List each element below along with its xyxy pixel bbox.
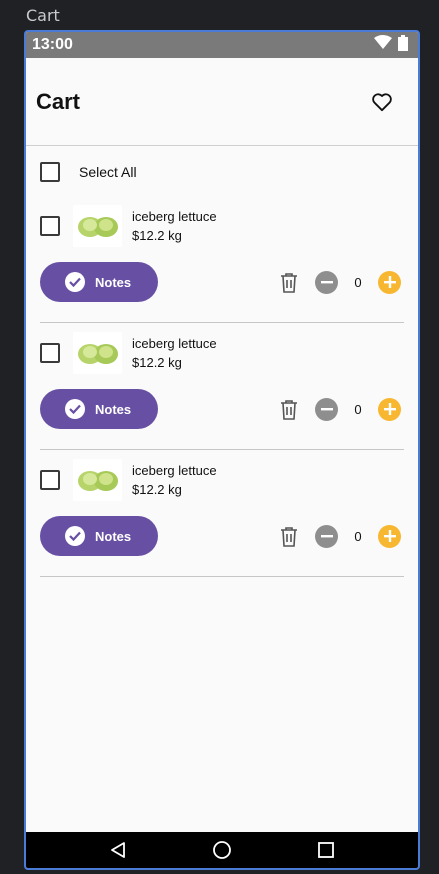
item-price: $12.2 kg [132,482,182,497]
item-price: $12.2 kg [132,228,182,243]
cart-item: iceberg lettuce $12.2 kg Notes 0 [26,196,418,323]
item-checkbox[interactable] [40,343,60,363]
window-title: Cart [26,6,60,25]
decrease-quantity-button[interactable] [315,397,338,421]
plus-icon [383,530,396,542]
device-frame: 13:00 Cart Select All iceberg lettuce $1… [24,30,420,870]
home-button[interactable] [210,838,234,862]
notes-button[interactable]: Notes [40,262,158,302]
minus-icon [320,408,333,411]
delete-button[interactable] [277,524,301,548]
cart-item: iceberg lettuce $12.2 kg Notes 0 [26,323,418,450]
product-image [73,459,122,501]
quantity-value: 0 [354,528,362,544]
select-all-row[interactable]: Select All [26,148,418,196]
select-all-checkbox[interactable] [40,162,60,182]
item-checkbox[interactable] [40,216,60,236]
notes-label: Notes [95,528,132,544]
item-price: $12.2 kg [132,355,182,370]
trash-icon [281,399,297,420]
product-image [73,332,122,374]
increase-quantity-button[interactable] [378,270,401,294]
check-circle-icon [65,526,85,546]
trash-icon [281,526,297,547]
cart-item: iceberg lettuce $12.2 kg Notes 0 [26,450,418,577]
product-image [73,205,122,247]
delete-button[interactable] [277,397,301,421]
item-name: iceberg lettuce [132,463,217,478]
notes-button[interactable]: Notes [40,516,158,556]
delete-button[interactable] [277,270,301,294]
item-checkbox[interactable] [40,470,60,490]
notes-label: Notes [95,274,132,290]
decrease-quantity-button[interactable] [315,524,338,548]
increase-quantity-button[interactable] [378,397,401,421]
heart-icon [372,92,392,111]
home-icon [213,841,231,859]
item-name: iceberg lettuce [132,209,217,224]
status-bar: 13:00 [26,32,418,58]
item-name: iceberg lettuce [132,336,217,351]
select-all-label: Select All [79,164,137,180]
divider [40,576,404,577]
increase-quantity-button[interactable] [378,524,401,548]
wifi-icon [374,35,392,55]
decrease-quantity-button[interactable] [315,270,338,294]
system-nav-bar [26,832,418,868]
cart-list: iceberg lettuce $12.2 kg Notes 0 iceberg… [26,196,418,577]
back-button[interactable] [106,838,130,862]
battery-icon [398,34,408,56]
status-time: 13:00 [32,36,73,53]
minus-icon [320,281,333,284]
favorites-button[interactable] [370,90,394,114]
check-circle-icon [65,399,85,419]
page-title: Cart [36,88,81,114]
app-bar: Cart [26,58,418,146]
plus-icon [383,276,396,288]
back-icon [111,842,125,858]
quantity-value: 0 [354,274,362,290]
plus-icon [383,403,396,415]
trash-icon [281,272,297,293]
minus-icon [320,535,333,538]
notes-label: Notes [95,401,132,417]
recents-button[interactable] [314,838,338,862]
notes-button[interactable]: Notes [40,389,158,429]
recents-icon [318,842,334,858]
quantity-value: 0 [354,401,362,417]
status-icons [374,34,408,56]
check-circle-icon [65,272,85,292]
